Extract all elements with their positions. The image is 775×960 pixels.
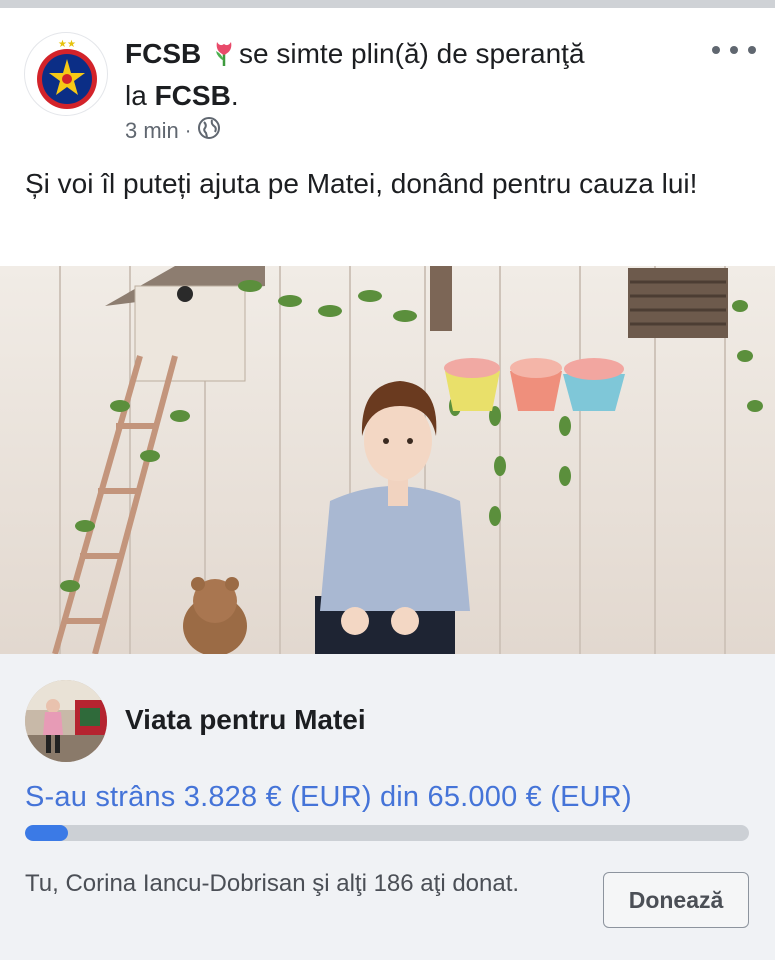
feeling-text: se simte plin(ă) de speranţă [239, 38, 585, 69]
post-headline: FCSB se simte plin(ă) de speranţă la FCS… [125, 35, 695, 115]
author-name[interactable]: FCSB [125, 38, 201, 69]
fundraiser-avatar[interactable] [25, 680, 107, 762]
post-meta: 3 min · [125, 116, 221, 146]
fundraiser-avatar-image [25, 680, 107, 762]
globe-icon[interactable] [197, 116, 221, 146]
fundraiser-title[interactable]: Viata pentru Matei [125, 704, 366, 736]
donors-text[interactable]: Tu, Corina Iancu-Dobrisan şi alţi 186 aţ… [25, 866, 545, 902]
child-photo-image [0, 266, 775, 654]
tulip-icon [211, 39, 237, 77]
feeling-la: la [125, 80, 147, 111]
post-time[interactable]: 3 min [125, 118, 179, 144]
progress-fill [25, 825, 68, 841]
more-options-icon[interactable] [712, 38, 756, 62]
feeling-target[interactable]: FCSB [155, 80, 231, 111]
svg-text:★★: ★★ [58, 39, 76, 50]
amount-raised-text: S-au strâns 3.828 € (EUR) din 65.000 € (… [25, 781, 632, 813]
top-divider [0, 0, 775, 8]
page-avatar[interactable]: ★★ [24, 32, 108, 116]
feeling-end: . [230, 80, 239, 111]
fundraiser-card[interactable]: Viata pentru Matei S-au strâns 3.828 € (… [0, 654, 775, 960]
fundraiser-progress-bar [25, 825, 749, 841]
meta-separator: · [184, 119, 192, 142]
donate-button[interactable]: Donează [603, 872, 749, 928]
post-photo[interactable] [0, 266, 775, 654]
fcsb-crest-logo: ★★ [37, 39, 97, 109]
post-body-text: Și voi îl puteți ajuta pe Matei, donând … [25, 168, 698, 199]
